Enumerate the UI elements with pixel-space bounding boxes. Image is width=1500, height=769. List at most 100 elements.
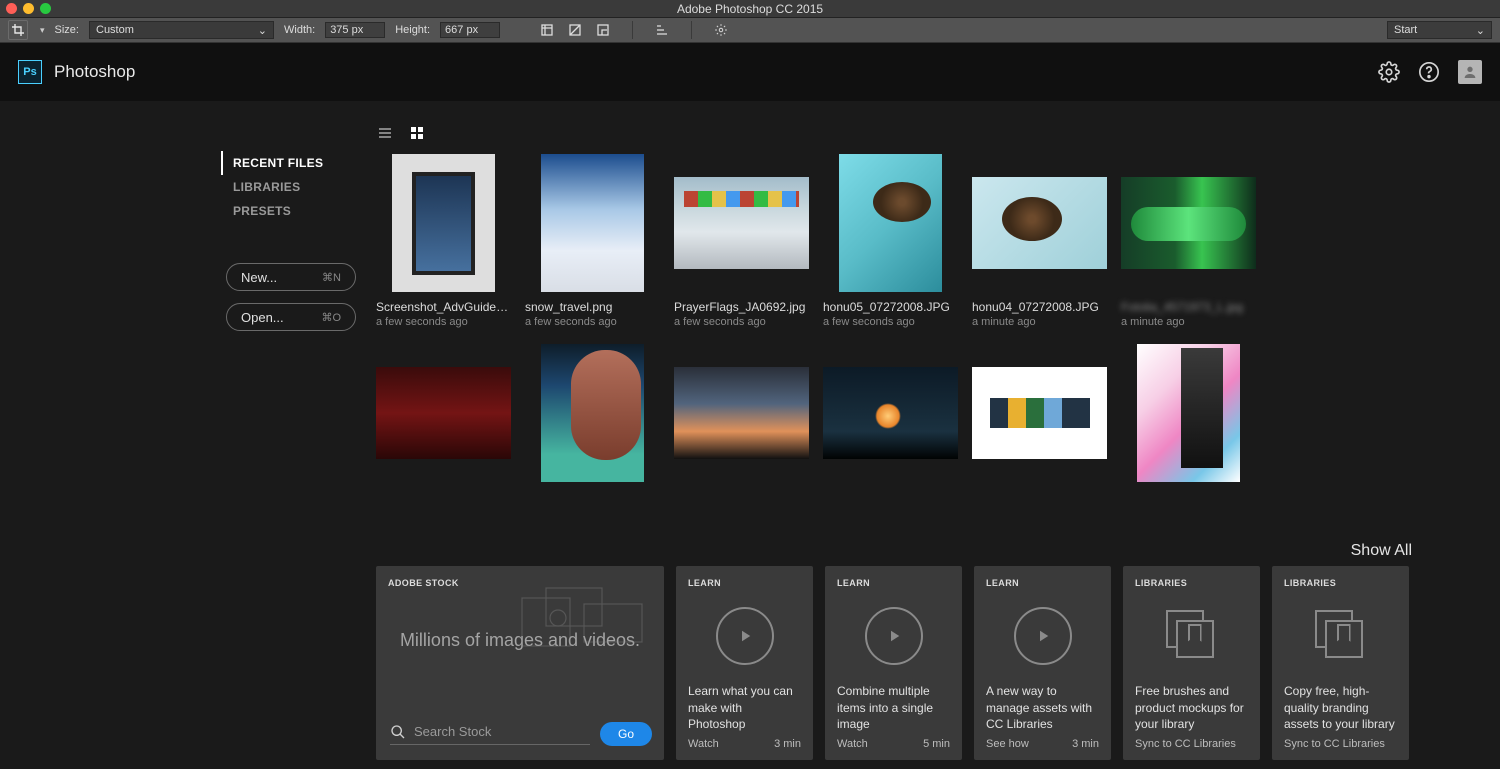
card-tag: LIBRARIES [1284, 578, 1397, 588]
recent-file-item[interactable]: Fotolia_4571973_L.jpg a minute ago [1121, 154, 1256, 328]
settings-gear-icon[interactable] [1378, 61, 1400, 83]
thumbnail [376, 367, 511, 459]
file-time: a few seconds ago [376, 316, 511, 328]
new-button[interactable]: New... ⌘N [226, 263, 356, 291]
card-learn[interactable]: LEARN A new way to manage assets with CC… [974, 566, 1111, 760]
align-icon[interactable] [655, 23, 669, 37]
separator [632, 21, 633, 39]
card-libraries[interactable]: LIBRARIES Free brushes and product mocku… [1123, 566, 1260, 760]
thumbnail [541, 154, 644, 292]
bottom-cards: ADOBE STOCK Millions of images and video… [376, 566, 1500, 760]
stock-art-icon [514, 584, 654, 654]
tool-preset-chevron-icon[interactable]: ▾ [40, 25, 45, 36]
recent-file-item[interactable] [823, 344, 958, 482]
chevron-down-icon: ⌄ [1476, 24, 1485, 37]
crop-tool-button[interactable] [8, 20, 28, 40]
zoom-window-button[interactable] [40, 3, 51, 14]
file-time: a few seconds ago [674, 316, 809, 328]
workspace-value: Start [1394, 24, 1417, 36]
card-desc: Combine multiple items into a single ima… [837, 683, 950, 732]
card-action: See how [986, 738, 1029, 750]
new-button-label: New... [241, 270, 277, 285]
card-desc: A new way to manage assets with CC Libra… [986, 683, 1099, 732]
card-action: Watch [837, 738, 868, 750]
options-bar: ▾ Size: Custom ⌄ Width: Height: [0, 18, 1500, 43]
start-content: Screenshot_AdvGuide_iPho… a few seconds … [356, 101, 1500, 769]
sidebar-item-recent-files[interactable]: RECENT FILES [221, 151, 356, 175]
card-tag: LEARN [837, 578, 950, 588]
card-libraries[interactable]: LIBRARIES Copy free, high-quality brandi… [1272, 566, 1409, 760]
thumbnail [674, 177, 809, 269]
card-tag: LEARN [986, 578, 1099, 588]
start-screen-header: Ps Photoshop [0, 43, 1500, 101]
width-input[interactable] [325, 22, 385, 38]
recent-file-item[interactable]: Screenshot_AdvGuide_iPho… a few seconds … [376, 154, 511, 328]
workspace-dropdown[interactable]: Start ⌄ [1387, 21, 1492, 39]
separator [691, 21, 692, 39]
file-name: honu04_07272008.JPG [972, 300, 1107, 314]
card-action: Watch [688, 738, 719, 750]
recent-file-item[interactable] [376, 344, 511, 482]
recent-file-item[interactable] [674, 344, 809, 482]
recent-file-item[interactable] [1121, 344, 1256, 482]
file-name: snow_travel.png [525, 300, 660, 314]
recent-file-item[interactable] [525, 344, 660, 482]
card-desc: Free brushes and product mockups for you… [1135, 683, 1248, 732]
thumbnail [541, 344, 644, 482]
view-grid-icon[interactable] [410, 126, 424, 140]
view-list-icon[interactable] [378, 126, 392, 140]
sidebar-item-libraries[interactable]: LIBRARIES [221, 175, 356, 199]
file-name: honu05_07272008.JPG [823, 300, 958, 314]
stock-go-button[interactable]: Go [600, 722, 652, 746]
clear-crop-icon[interactable] [568, 23, 582, 37]
app-name: Photoshop [54, 62, 135, 82]
file-name: PrayerFlags_JA0692.jpg [674, 300, 809, 314]
thumbnail [972, 177, 1107, 269]
thumbnail [823, 367, 958, 459]
crop-overlay-icon[interactable] [540, 23, 554, 37]
window-title: Adobe Photoshop CC 2015 [677, 2, 823, 16]
library-stack-icon [1166, 610, 1218, 662]
play-icon [865, 607, 923, 665]
card-duration: 3 min [774, 738, 801, 750]
window-titlebar: Adobe Photoshop CC 2015 [0, 0, 1500, 18]
card-tag: LEARN [688, 578, 801, 588]
sidebar-nav: RECENT FILES LIBRARIES PRESETS [221, 151, 356, 223]
card-desc: Learn what you can make with Photoshop [688, 683, 801, 732]
size-preset-dropdown[interactable]: Custom ⌄ [89, 21, 274, 39]
thumbnail [1121, 177, 1256, 269]
file-name: Fotolia_4571973_L.jpg [1121, 300, 1256, 314]
card-desc: Copy free, high-quality branding assets … [1284, 683, 1397, 732]
size-preset-value: Custom [96, 24, 134, 36]
gear-icon[interactable] [714, 23, 728, 37]
file-time: a minute ago [972, 316, 1107, 328]
play-icon [716, 607, 774, 665]
start-sidebar: RECENT FILES LIBRARIES PRESETS New... ⌘N… [0, 101, 356, 769]
recent-file-item[interactable]: honu04_07272008.JPG a minute ago [972, 154, 1107, 328]
height-input[interactable] [440, 22, 500, 38]
file-time: a minute ago [1121, 316, 1256, 328]
close-window-button[interactable] [6, 3, 17, 14]
recent-file-item[interactable] [972, 344, 1107, 482]
file-time: a few seconds ago [823, 316, 958, 328]
card-adobe-stock: ADOBE STOCK Millions of images and video… [376, 566, 664, 760]
card-learn[interactable]: LEARN Combine multiple items into a sing… [825, 566, 962, 760]
show-all-link[interactable]: Show All [376, 542, 1412, 560]
card-learn[interactable]: LEARN Learn what you can make with Photo… [676, 566, 813, 760]
open-button[interactable]: Open... ⌘O [226, 303, 356, 331]
recent-file-item[interactable]: honu05_07272008.JPG a few seconds ago [823, 154, 958, 328]
thumbnail [1137, 344, 1240, 482]
minimize-window-button[interactable] [23, 3, 34, 14]
play-icon [1014, 607, 1072, 665]
straighten-icon[interactable] [596, 23, 610, 37]
card-tag: LIBRARIES [1135, 578, 1248, 588]
chevron-down-icon: ⌄ [258, 24, 267, 37]
recent-file-item[interactable]: PrayerFlags_JA0692.jpg a few seconds ago [674, 154, 809, 328]
help-icon[interactable] [1418, 61, 1440, 83]
stock-search-input[interactable] [414, 724, 590, 739]
account-avatar[interactable] [1458, 60, 1482, 84]
thumbnail [972, 367, 1107, 459]
start-screen: RECENT FILES LIBRARIES PRESETS New... ⌘N… [0, 101, 1500, 769]
recent-file-item[interactable]: snow_travel.png a few seconds ago [525, 154, 660, 328]
sidebar-item-presets[interactable]: PRESETS [221, 199, 356, 223]
